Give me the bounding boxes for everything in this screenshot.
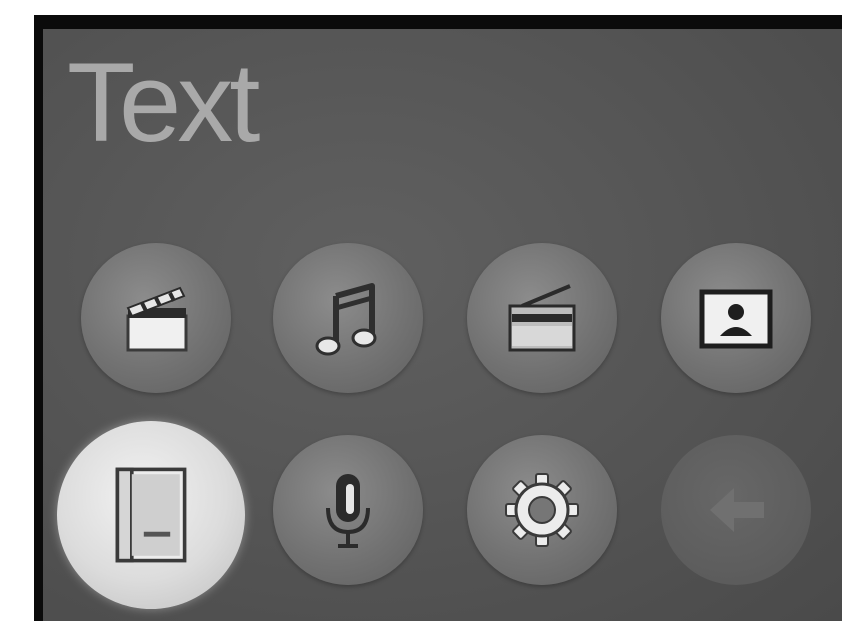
menu-item-photo[interactable] xyxy=(661,243,811,393)
menu-item-settings[interactable] xyxy=(467,435,617,585)
menu-item-voice-recorder[interactable] xyxy=(273,435,423,585)
book-icon xyxy=(91,455,211,575)
menu-item-back[interactable] xyxy=(661,435,811,585)
menu-item-radio[interactable] xyxy=(467,243,617,393)
radio-icon xyxy=(492,268,592,368)
menu-item-video[interactable] xyxy=(81,243,231,393)
device-screen: Text xyxy=(43,29,842,621)
back-arrow-icon xyxy=(686,460,786,560)
menu-item-text[interactable] xyxy=(57,421,245,609)
screen-title: Text xyxy=(67,40,260,165)
photo-icon xyxy=(686,268,786,368)
gear-icon xyxy=(492,460,592,560)
menu-item-music[interactable] xyxy=(273,243,423,393)
microphone-icon xyxy=(298,460,398,560)
clapperboard-icon xyxy=(106,268,206,368)
music-note-icon xyxy=(298,268,398,368)
